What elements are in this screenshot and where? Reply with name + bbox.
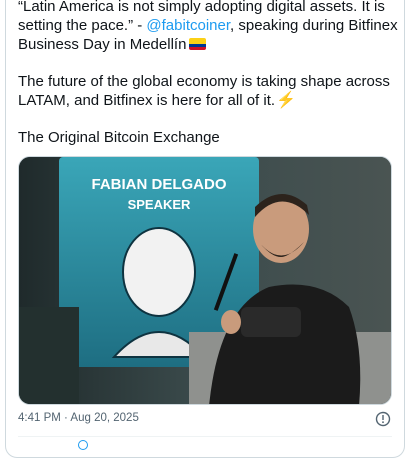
colombia-flag-icon (189, 38, 207, 50)
tweet-text: “Latin America is not simply adopting di… (18, 0, 398, 165)
tweet-text-segment: The future of the global economy is taki… (18, 73, 390, 109)
tweet-paragraph-1: “Latin America is not simply adopting di… (18, 0, 398, 54)
tweet-media-photo[interactable]: FABIAN DELGADO SPEAKER (18, 156, 392, 405)
tweet-timestamp[interactable]: 4:41 PM · Aug 20, 2025 (18, 412, 139, 424)
tweet-paragraph-3: The Original Bitcoin Exchange (18, 129, 220, 146)
heart-icon[interactable] (78, 440, 88, 450)
divider (18, 436, 392, 437)
mention-link[interactable]: @fabitcoiner (146, 17, 230, 34)
screen-speaker-name: FABIAN DELGADO (92, 176, 227, 193)
tweet-paragraph-2: The future of the global economy is taki… (18, 72, 398, 110)
screen-speaker-role: SPEAKER (128, 197, 191, 212)
info-icon[interactable] (375, 411, 391, 427)
lightning-icon: ⚡ (276, 92, 296, 109)
speaker-photo: FABIAN DELGADO SPEAKER (19, 157, 391, 404)
